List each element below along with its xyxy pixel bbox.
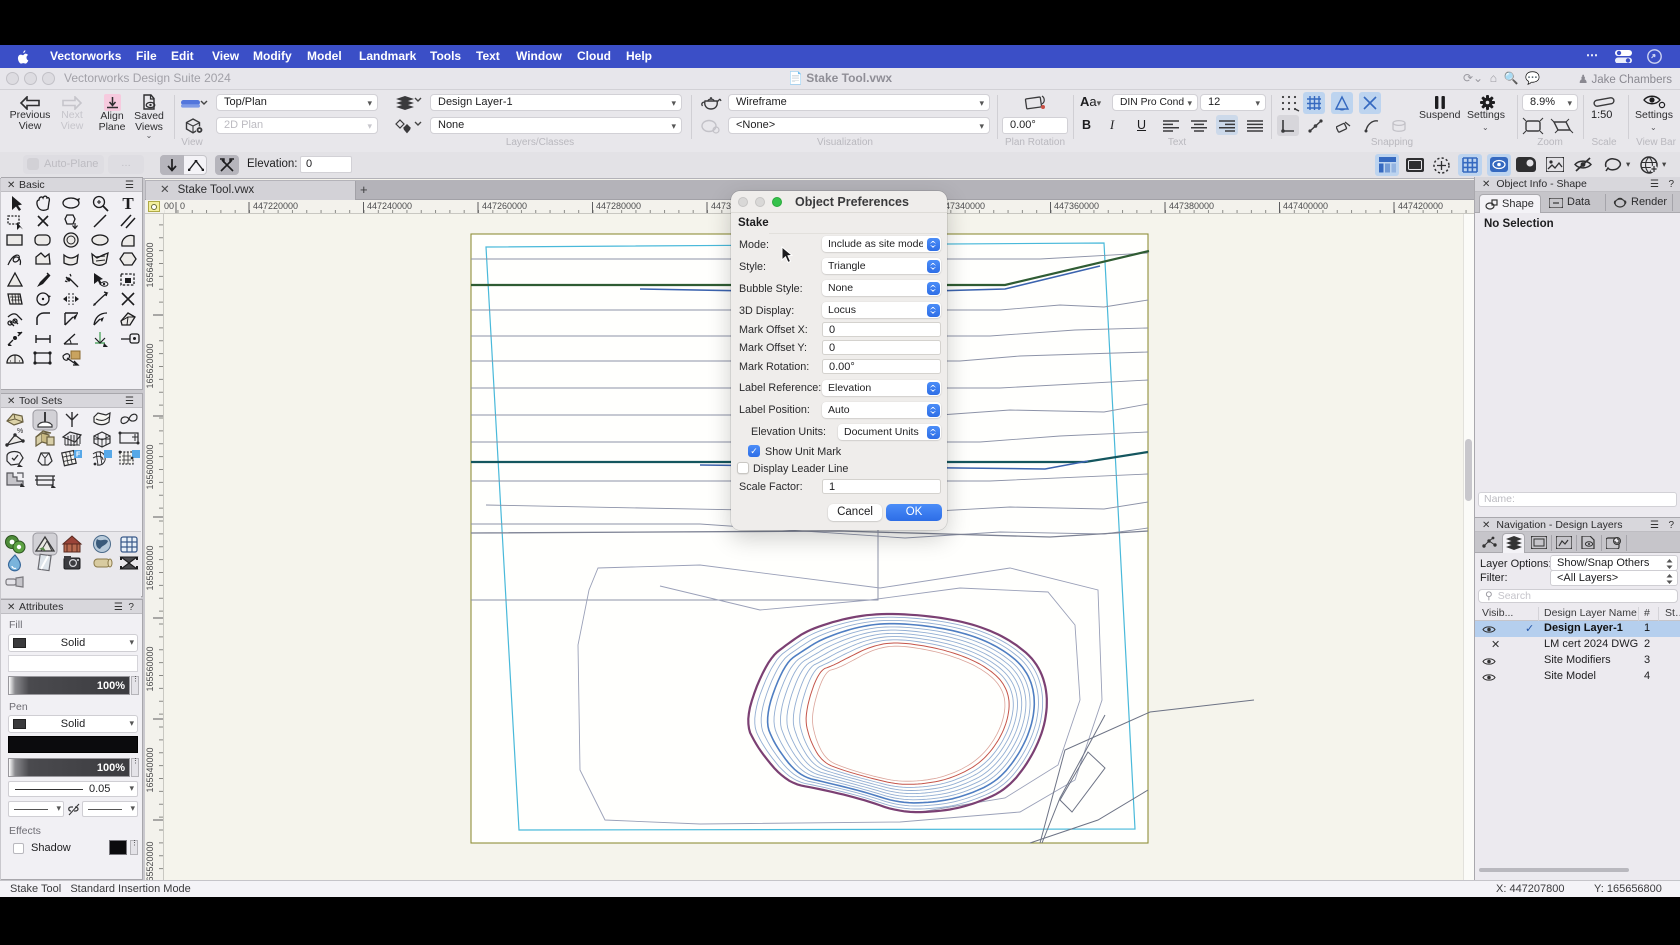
svg-text:447240000: 447240000 (367, 201, 412, 211)
svg-text:%: % (17, 428, 23, 435)
svg-text:165620000: 165620000 (145, 343, 155, 388)
svg-text:447420000: 447420000 (1398, 201, 1443, 211)
svg-text:165560000: 165560000 (145, 646, 155, 691)
svg-text:447380000: 447380000 (1169, 201, 1214, 211)
svg-text:165520000: 165520000 (145, 841, 155, 880)
svg-text:00: 00 (164, 201, 174, 211)
svg-text:F: F (76, 452, 81, 459)
svg-text:447260000: 447260000 (482, 201, 527, 211)
svg-text:447360000: 447360000 (1054, 201, 1099, 211)
svg-text:165580000: 165580000 (145, 545, 155, 590)
svg-text:165600000: 165600000 (145, 444, 155, 489)
svg-text:T: T (122, 194, 134, 213)
svg-text:165540000: 165540000 (145, 747, 155, 792)
svg-text:447220000: 447220000 (253, 201, 298, 211)
svg-text:165640000: 165640000 (145, 242, 155, 287)
svg-text:447280000: 447280000 (596, 201, 641, 211)
svg-text:447400000: 447400000 (1283, 201, 1328, 211)
svg-text:0: 0 (180, 201, 185, 211)
